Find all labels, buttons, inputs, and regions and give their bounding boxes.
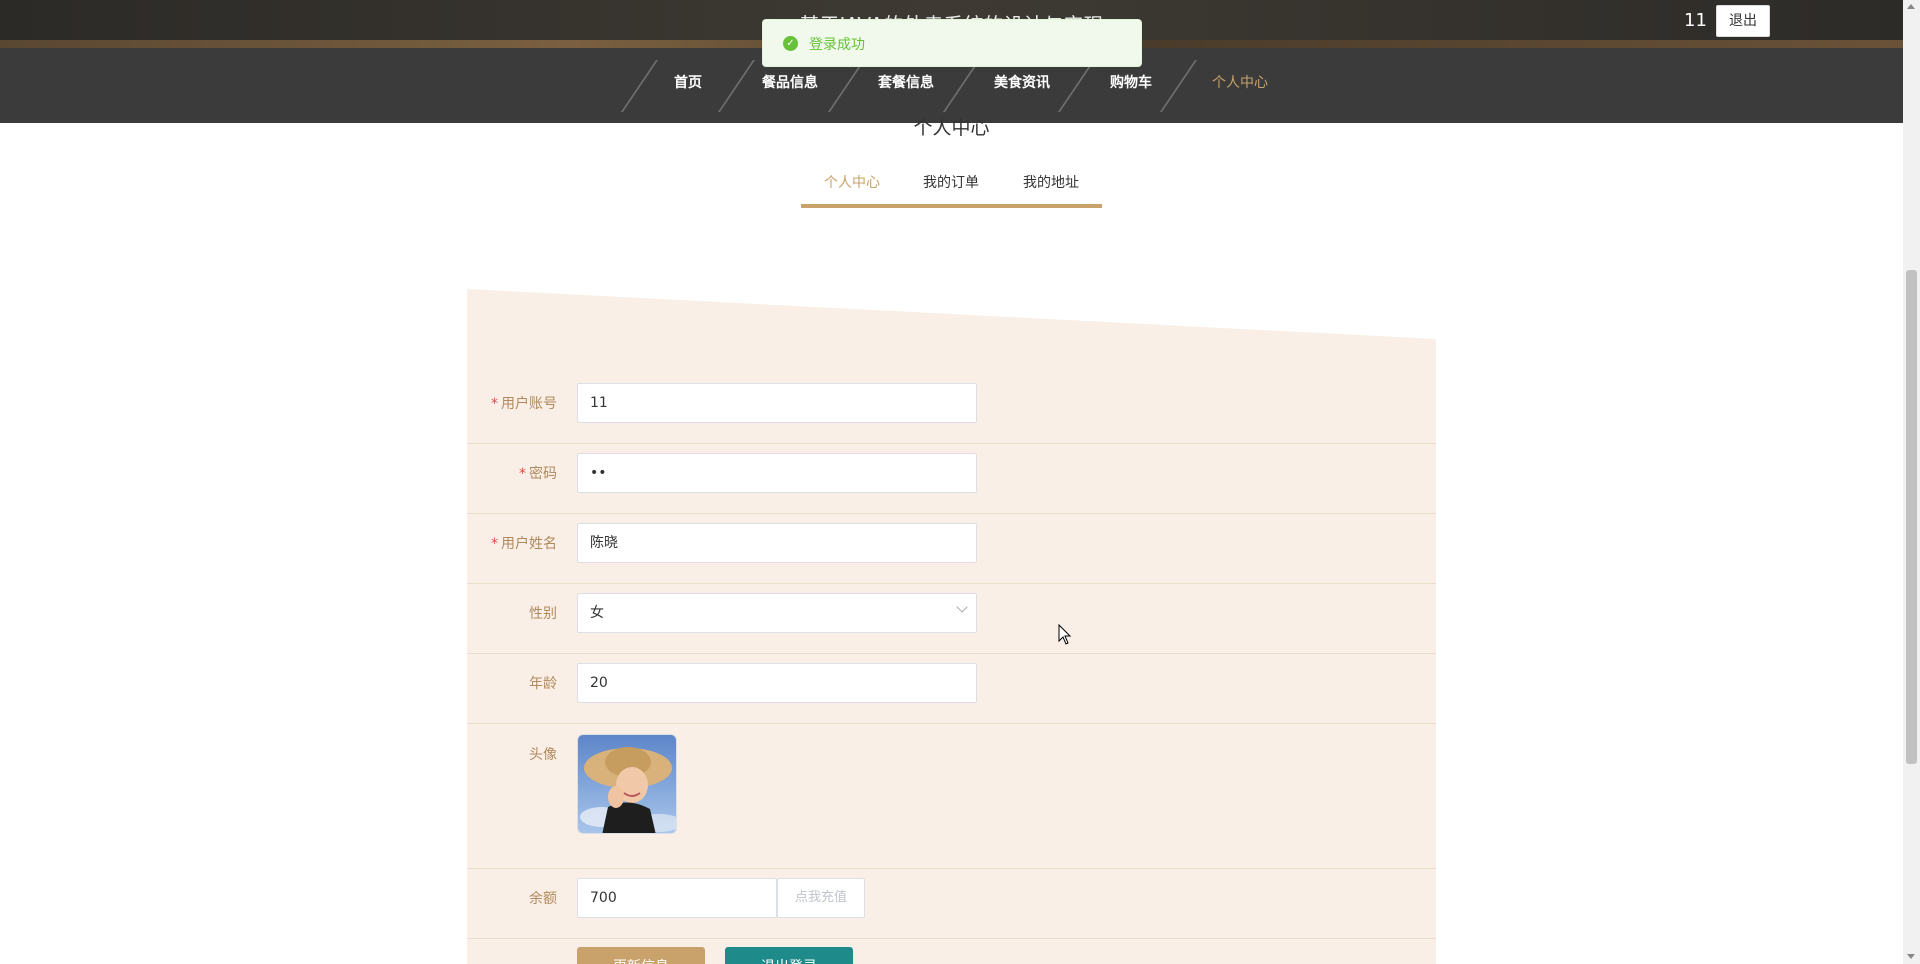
logout-account-button[interactable]: 退出登录 — [725, 947, 853, 964]
scroll-up-arrow-icon[interactable] — [1907, 4, 1915, 9]
logout-button[interactable]: 退出 — [1716, 5, 1770, 37]
scrollbar-thumb[interactable] — [1906, 270, 1917, 764]
page-title: 个人中心 — [913, 117, 990, 139]
nav-divider — [827, 60, 865, 112]
password-input[interactable]: •• — [577, 453, 977, 493]
balance-input[interactable]: 700 — [577, 878, 777, 918]
balance-label: 余额 — [529, 891, 557, 907]
avatar-image[interactable] — [577, 734, 677, 834]
success-toast: ✓ 登录成功 — [762, 19, 1142, 67]
name-input[interactable]: 陈晓 — [577, 523, 977, 563]
nav-divider — [942, 60, 980, 112]
name-label: * 用户姓名 — [491, 536, 557, 552]
tab-my-orders[interactable]: 我的订单 — [923, 172, 979, 192]
nav-divider — [1159, 60, 1197, 112]
form-row-account: * 用户账号 11 — [467, 375, 1436, 444]
page: 基于JAVA的外卖系统的设计与实现 11 退出 首页 餐品信息 套餐信息 美食资… — [0, 0, 1903, 964]
nav-item-profile[interactable]: 个人中心 — [1212, 58, 1268, 108]
form-row-password: * 密码 •• — [467, 444, 1436, 514]
form-row-avatar: 头像 — [467, 724, 1436, 869]
gender-select-value: 女 — [590, 605, 604, 621]
form-row-name: * 用户姓名 陈晓 — [467, 514, 1436, 584]
update-info-button[interactable]: 更新信息 — [577, 947, 705, 964]
gender-select[interactable]: 女 — [577, 593, 977, 633]
avatar-label: 头像 — [529, 747, 557, 763]
scroll-down-arrow-icon[interactable] — [1907, 954, 1915, 959]
tab-profile[interactable]: 个人中心 — [824, 172, 880, 192]
nav-item-home[interactable]: 首页 — [674, 58, 702, 108]
age-label: 年龄 — [529, 676, 557, 692]
mouse-cursor-icon — [1058, 623, 1072, 646]
form-row-gender: 性别 女 — [467, 584, 1436, 654]
vertical-scrollbar[interactable] — [1903, 0, 1920, 964]
account-input[interactable]: 11 — [577, 383, 977, 423]
profile-tabs: 个人中心 我的订单 我的地址 — [801, 172, 1102, 208]
check-circle-icon: ✓ — [783, 36, 798, 51]
form-row-balance: 余额 700 点我充值 — [467, 869, 1436, 939]
age-input[interactable]: 20 — [577, 663, 977, 703]
nav-divider — [620, 60, 658, 112]
toast-message: 登录成功 — [809, 37, 865, 53]
nav-divider — [717, 60, 755, 112]
chevron-down-icon — [956, 601, 968, 613]
password-label: * 密码 — [519, 466, 557, 482]
tab-my-address[interactable]: 我的地址 — [1023, 172, 1079, 192]
account-label: * 用户账号 — [491, 396, 557, 412]
current-user-name: 11 — [1684, 10, 1707, 31]
gender-label: 性别 — [529, 606, 557, 622]
recharge-button[interactable]: 点我充值 — [777, 878, 865, 918]
nav-divider — [1057, 60, 1095, 112]
form-row-age: 年龄 20 — [467, 654, 1436, 724]
